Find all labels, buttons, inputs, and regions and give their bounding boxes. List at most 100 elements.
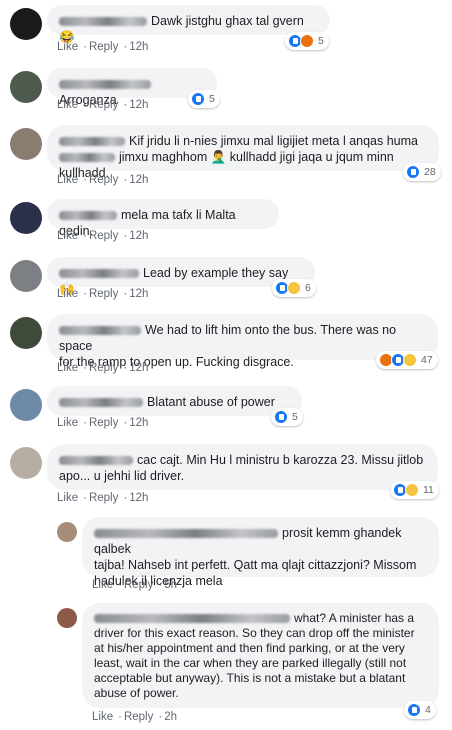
comment-text: cac cajt. Min Hu l ministru b karozza 23… [137,453,424,467]
comment-text-line-2: driver for this exact reason. So they ca… [94,626,415,640]
author-name[interactable] [59,456,133,466]
reaction-summary[interactable]: 6 [272,279,316,297]
reaction-summary[interactable]: 5 [285,32,329,50]
reply-link[interactable]: Reply [89,362,118,374]
reaction-count: 6 [305,282,311,294]
like-reaction-icon [274,410,288,424]
reaction-count: 47 [421,354,433,366]
like-link[interactable]: Like [57,417,78,429]
timestamp[interactable]: 12h [129,230,148,242]
reaction-summary[interactable]: 4 [404,701,436,719]
comment-text: Kif jridu li n-nies jimxu mal ligijiet m… [129,134,419,148]
timestamp[interactable]: 12h [129,99,148,111]
comment-7: Blatant abuse of power 5 Like · Reply · 12h [0,383,452,438]
avatar[interactable] [10,447,42,479]
comment-text: what? A minister has a [294,611,415,625]
sad-reaction-icon [403,353,417,367]
comment-actions: Like · Reply · 2h [92,711,177,723]
author-name[interactable] [94,614,290,624]
like-link[interactable]: Like [57,288,78,300]
comment-bubble: what? A minister has a driver for this e… [82,603,439,708]
timestamp[interactable]: 12h [129,492,148,504]
reply-link[interactable]: Reply [89,230,118,242]
comment-text-line-3: at his/her appointment and then find par… [94,641,405,655]
reply-2: what? A minister has a driver for this e… [0,600,452,730]
reaction-count: 5 [209,93,215,105]
like-link[interactable]: Like [57,492,78,504]
avatar[interactable] [10,202,42,234]
sad-reaction-icon [287,281,301,295]
reply-link[interactable]: Reply [89,99,118,111]
reply-link[interactable]: Reply [124,711,153,723]
timestamp[interactable]: 12h [129,362,148,374]
comment-1: Dawk jistghu ghax tal gvern 😂 5 Like · Rep… [0,0,452,60]
reaction-count: 4 [425,704,431,716]
reaction-summary[interactable]: 47 [376,351,438,369]
author-name-continued [59,153,115,163]
comment-text-line-6: abuse of power. [94,686,179,700]
author-name[interactable] [59,17,147,27]
author-name[interactable] [59,269,139,279]
author-name[interactable] [59,80,151,90]
reaction-summary[interactable]: 28 [403,163,441,181]
reply-link[interactable]: Reply [89,492,118,504]
author-name[interactable] [59,326,141,336]
reaction-count: 28 [424,166,436,178]
reaction-count: 11 [423,484,434,496]
comment-8: cac cajt. Min Hu l ministru b karozza 23… [0,441,452,511]
avatar[interactable] [10,128,42,160]
timestamp[interactable]: 5h [164,579,177,591]
like-link[interactable]: Like [92,711,113,723]
timestamp[interactable]: 12h [129,41,148,53]
like-link[interactable]: Like [92,579,113,591]
comment-bubble: Dawk jistghu ghax tal gvern 😂 [47,5,330,44]
comment-actions: Like · Reply · 12h [57,174,149,186]
reply-link[interactable]: Reply [89,417,118,429]
comment-actions: Like · Reply · 12h [57,99,149,111]
reaction-summary[interactable]: 11 [390,481,439,499]
comment-5: Lead by example they say 🙌 6 Like · Reply ·… [0,254,452,309]
avatar[interactable] [10,317,42,349]
comment-4: mela ma tafx li Malta qedin. Like · Reply ·… [0,196,452,251]
timestamp[interactable]: 12h [129,417,148,429]
avatar[interactable] [10,389,42,421]
haha-reaction-icon [405,483,419,497]
timestamp[interactable]: 12h [129,288,148,300]
comment-6: We had to lift him onto the bus. There w… [0,311,452,379]
like-link[interactable]: Like [57,99,78,111]
author-name[interactable] [59,211,117,221]
like-link[interactable]: Like [57,230,78,242]
timestamp[interactable]: 2h [164,711,177,723]
reply-link[interactable]: Reply [89,288,118,300]
comment-bubble: Kif jridu li n-nies jimxu mal ligijiet m… [47,125,439,180]
timestamp[interactable]: 12h [129,174,148,186]
avatar[interactable] [10,8,42,40]
like-reaction-icon [407,703,421,717]
comment-text-line-4: least, wait in the car when they are par… [94,656,407,670]
like-reaction-icon [406,165,420,179]
avatar[interactable] [57,608,77,628]
avatar[interactable] [10,71,42,103]
like-link[interactable]: Like [57,362,78,374]
reply-link[interactable]: Reply [89,41,118,53]
comment-actions: Like · Reply · 5h [92,579,177,591]
reaction-summary[interactable]: 5 [271,408,303,426]
comment-actions: Like · Reply · 12h [57,362,149,374]
comment-bubble: prosit kemm ghandek qalbek tajba! Nahseb… [82,517,439,588]
reaction-summary[interactable]: 5 [188,90,220,108]
comment-text: Blatant abuse of power [147,395,275,409]
author-name[interactable] [59,398,143,408]
reply-link[interactable]: Reply [124,579,153,591]
avatar[interactable] [10,260,42,292]
like-link[interactable]: Like [57,174,78,186]
comment-2: Arroganza 5 Like · Reply · 12h [0,63,452,118]
reaction-count: 5 [318,35,324,47]
author-name[interactable] [94,529,278,539]
reply-1: prosit kemm ghandek qalbek tajba! Nahseb… [0,514,452,594]
avatar[interactable] [57,522,77,542]
reply-link[interactable]: Reply [89,174,118,186]
reaction-count: 5 [292,411,298,423]
comment-3: Kif jridu li n-nies jimxu mal ligijiet m… [0,120,452,192]
like-link[interactable]: Like [57,41,78,53]
author-name[interactable] [59,137,125,147]
